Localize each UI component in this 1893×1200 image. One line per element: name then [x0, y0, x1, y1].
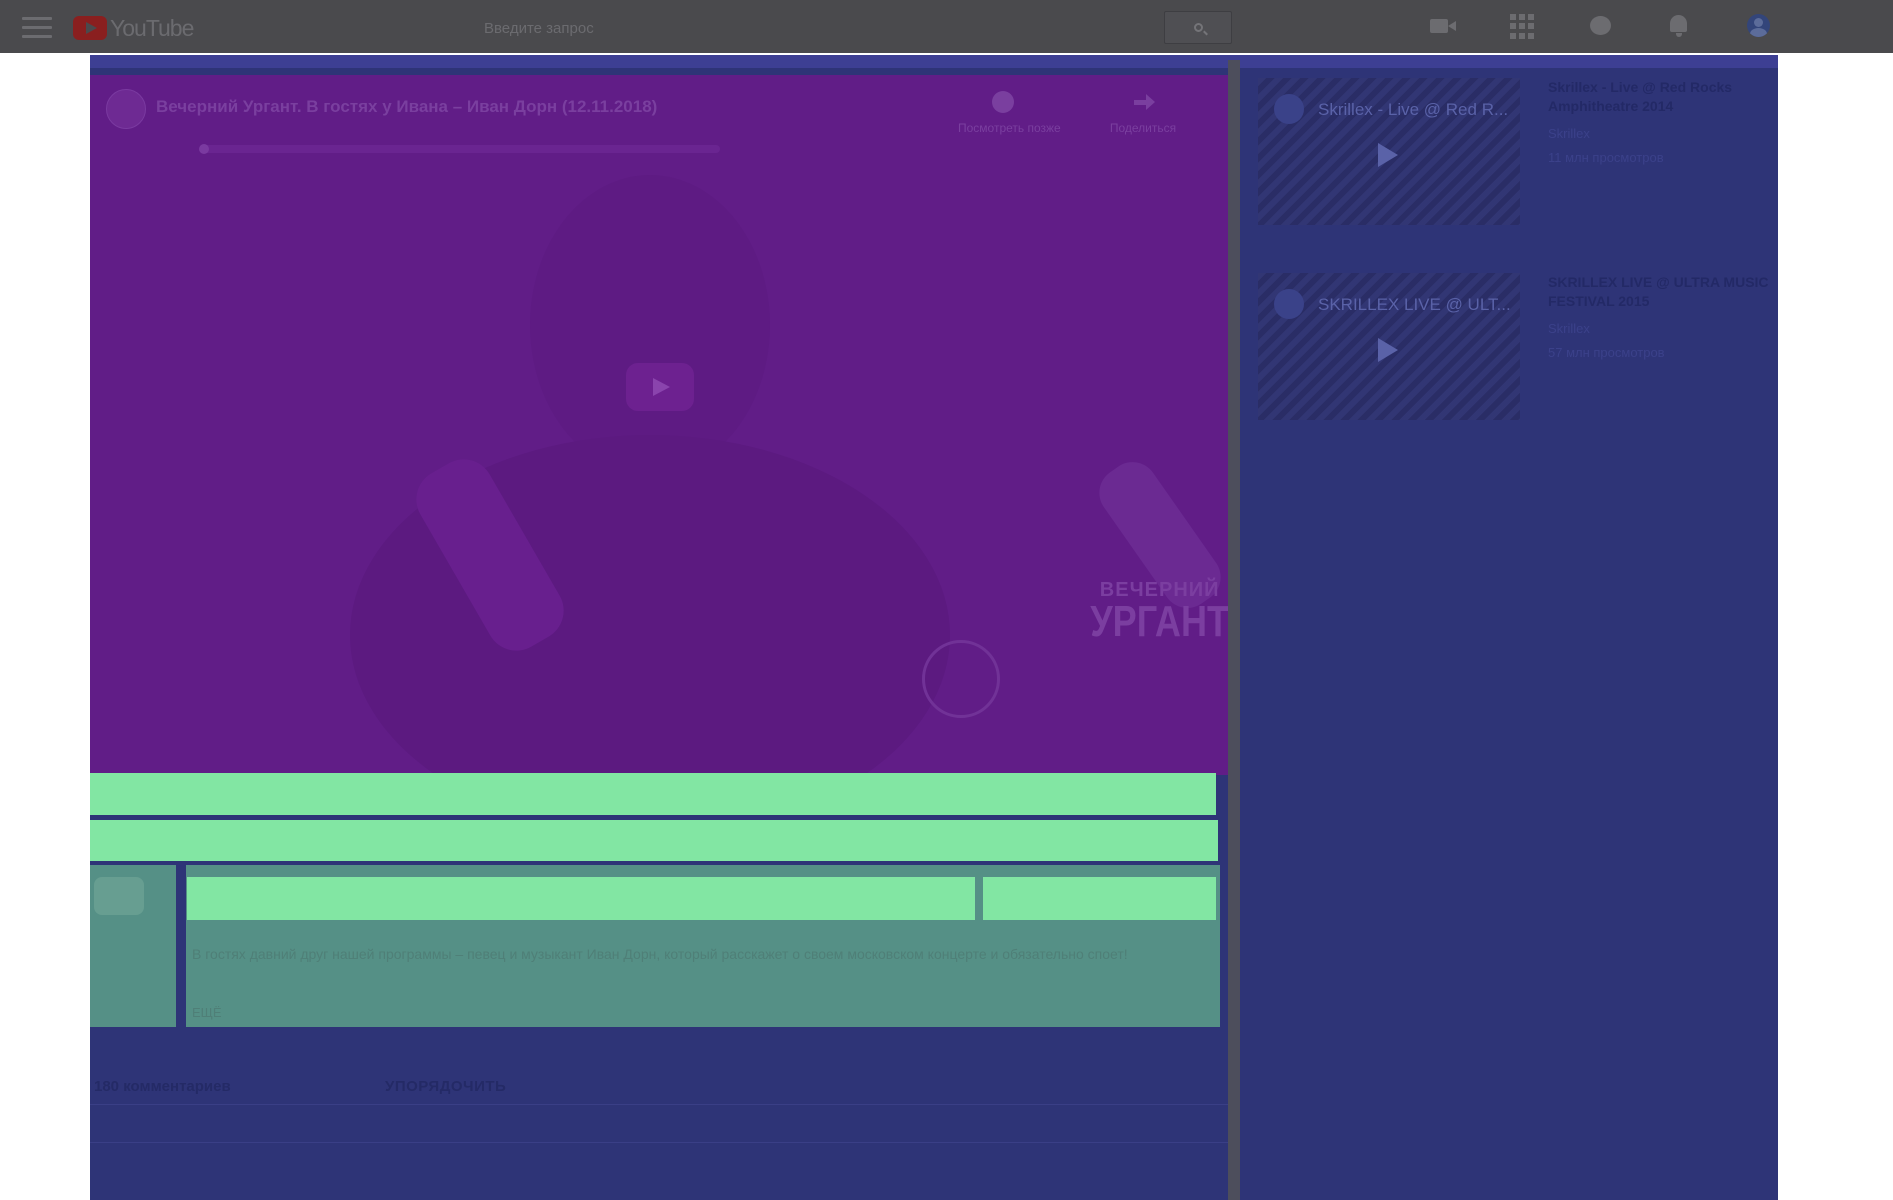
content-top-strip: [90, 55, 1778, 68]
show-logo-big: УРГАНТ: [1090, 597, 1228, 646]
comment-input-divider: [90, 1142, 1228, 1143]
related-video-channel[interactable]: Skrillex: [1548, 126, 1590, 141]
channel-name-block[interactable]: [187, 877, 975, 920]
watch-later-button[interactable]: Посмотреть позже: [958, 91, 1061, 135]
messages-icon[interactable]: [1588, 13, 1614, 39]
related-video-title[interactable]: Skrillex - Live @ Red Rocks Amphitheatre…: [1548, 78, 1778, 116]
related-video-channel[interactable]: Skrillex: [1548, 321, 1590, 336]
thumbnail-title: SKRILLEX LIVE @ ULT...: [1318, 295, 1511, 314]
video-stats-block: [90, 820, 1218, 861]
owner-avatar[interactable]: [94, 877, 144, 915]
column-divider: [1228, 60, 1240, 1200]
logo-text: YouTube: [110, 14, 194, 41]
main-content: Вечерний Ургант. В гостях у Ивана – Иван…: [90, 55, 1778, 1200]
channel-avatar-icon: [1274, 94, 1304, 124]
related-video-views: 57 млн просмотров: [1548, 345, 1665, 360]
search-input[interactable]: [476, 12, 1164, 45]
thumbnail-title: Skrillex - Live @ Red R...: [1318, 100, 1509, 119]
comments-divider: [90, 1104, 1228, 1105]
play-icon: [1378, 143, 1398, 167]
subscribe-button-block[interactable]: [983, 877, 1216, 920]
create-video-icon[interactable]: [1430, 13, 1456, 39]
related-video-title[interactable]: SKRILLEX LIVE @ ULTRA MUSIC FESTIVAL 201…: [1548, 273, 1778, 311]
player-video-title[interactable]: Вечерний Ургант. В гостях у Ивана – Иван…: [156, 97, 657, 117]
play-icon: [1378, 338, 1398, 362]
show-logo: ВЕЧЕРНИЙ УРГАНТ: [1075, 580, 1228, 644]
related-video-views: 11 млн просмотров: [1548, 150, 1664, 165]
account-avatar-icon[interactable]: [1746, 13, 1772, 39]
video-thumbnail: [199, 144, 1221, 775]
play-button[interactable]: [626, 363, 694, 411]
related-video-item[interactable]: Skrillex - Live @ Red R... Skrillex - Li…: [1258, 78, 1768, 228]
clock-icon: [992, 91, 1014, 113]
apps-grid-icon[interactable]: [1510, 13, 1536, 39]
top-bar: YouTube: [0, 0, 1893, 53]
share-arrow-icon: [1132, 91, 1155, 113]
related-video-thumbnail[interactable]: Skrillex - Live @ Red R...: [1258, 78, 1520, 225]
search-button[interactable]: [1164, 11, 1232, 44]
share-button[interactable]: Поделиться: [1098, 91, 1188, 135]
show-more-link[interactable]: ЕЩЁ: [192, 1005, 222, 1020]
notifications-bell-icon[interactable]: [1666, 13, 1692, 39]
owner-gap: [176, 865, 186, 1027]
related-video-item[interactable]: SKRILLEX LIVE @ ULT... SKRILLEX LIVE @ U…: [1258, 273, 1769, 423]
video-description: В гостях давний друг нашей программы – п…: [192, 946, 1128, 962]
comments-count: 180 комментариев: [94, 1078, 231, 1095]
youtube-play-icon: [73, 16, 107, 40]
watch-later-label: Посмотреть позже: [958, 121, 1061, 135]
video-player[interactable]: Вечерний Ургант. В гостях у Ивана – Иван…: [90, 75, 1228, 775]
share-label: Поделиться: [1109, 121, 1177, 135]
video-title-block: [90, 773, 1216, 815]
youtube-logo[interactable]: YouTube: [73, 14, 194, 41]
channel-avatar-icon: [1274, 289, 1304, 319]
show-seal-logo: [922, 640, 1000, 718]
related-video-thumbnail[interactable]: SKRILLEX LIVE @ ULT...: [1258, 273, 1520, 420]
menu-icon[interactable]: [22, 17, 52, 39]
sort-comments-button[interactable]: УПОРЯДОЧИТЬ: [385, 1078, 506, 1095]
search-icon: [1194, 23, 1203, 32]
channel-badge-icon[interactable]: [106, 89, 146, 129]
